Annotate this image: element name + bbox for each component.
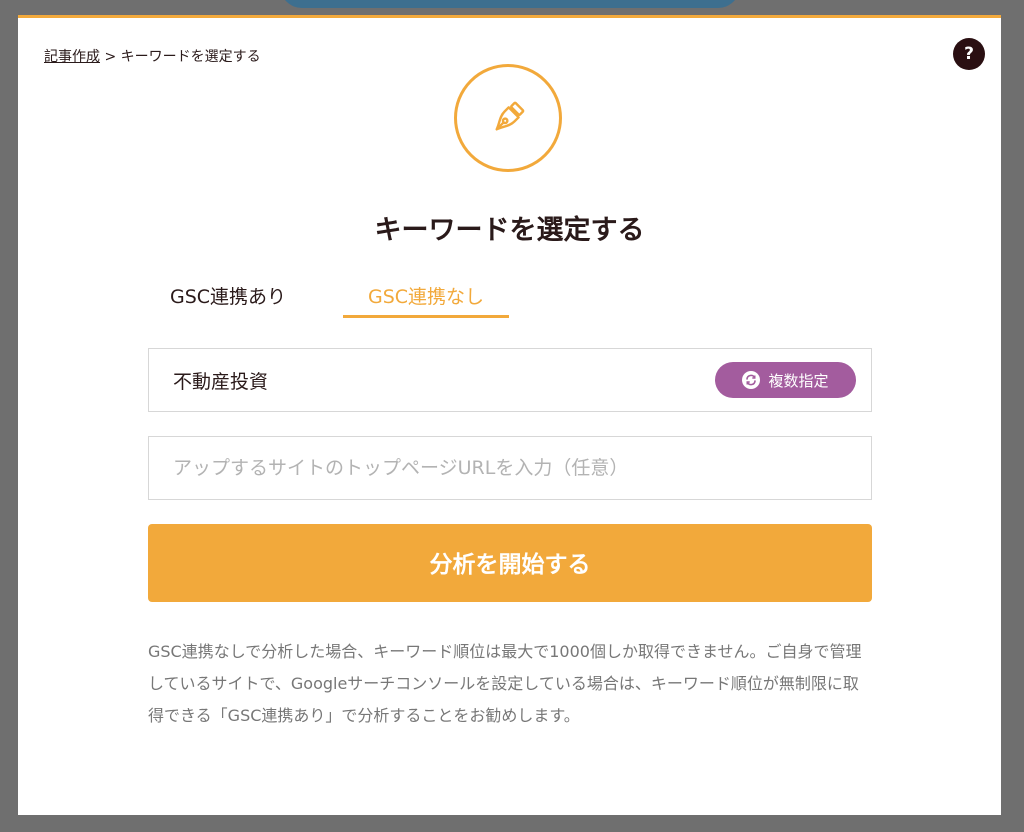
gsc-note: GSC連携なしで分析した場合、キーワード順位は最大で1000個しか取得できません… bbox=[148, 642, 862, 725]
gsc-tabs: GSC連携あり GSC連携なし bbox=[148, 282, 548, 318]
multi-keyword-button[interactable]: 複数指定 bbox=[715, 362, 856, 398]
backdrop-logo-glimpse bbox=[280, 0, 740, 8]
keyword-field-box: 複数指定 bbox=[148, 348, 872, 412]
url-field-box bbox=[148, 436, 872, 500]
header-icon-circle bbox=[454, 64, 562, 172]
keyword-input[interactable] bbox=[173, 349, 693, 411]
breadcrumb-current: キーワードを選定する bbox=[120, 49, 261, 65]
question-icon: ? bbox=[964, 44, 974, 64]
swap-icon bbox=[742, 371, 761, 389]
url-input[interactable] bbox=[173, 437, 843, 499]
breadcrumb-link-article-create[interactable]: 記事作成 bbox=[44, 49, 100, 65]
page-title: キーワードを選定する bbox=[374, 215, 645, 246]
start-analysis-button[interactable]: 分析を開始する bbox=[148, 524, 872, 602]
help-button[interactable]: ? bbox=[953, 38, 985, 70]
backdrop bbox=[0, 0, 1024, 16]
pen-nib-icon bbox=[495, 101, 525, 131]
tab-gsc-not-linked[interactable]: GSC連携なし bbox=[343, 282, 509, 318]
breadcrumb: 記事作成 > キーワードを選定する bbox=[44, 46, 261, 66]
multi-keyword-label: 複数指定 bbox=[768, 371, 829, 390]
tab-gsc-linked[interactable]: GSC連携あり bbox=[148, 282, 308, 318]
keyword-modal: 記事作成 > キーワードを選定する ? キーワードを選定する GSC連携あり G… bbox=[18, 15, 1001, 815]
breadcrumb-separator: > bbox=[100, 49, 121, 65]
